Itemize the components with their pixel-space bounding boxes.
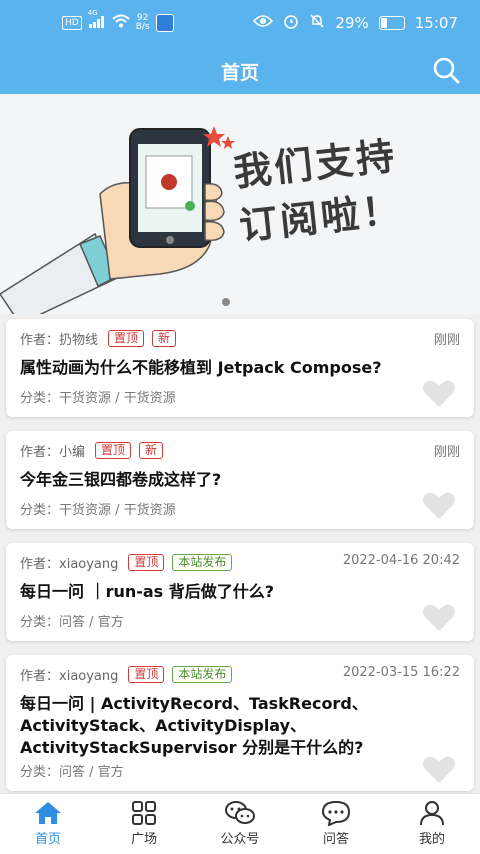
tag-pinned: 置顶 <box>128 666 165 683</box>
author: 作者：xiaoyang <box>20 553 118 572</box>
author: 作者：xiaoyang <box>20 665 118 684</box>
article-title[interactable]: 每日一问 ｜run-as 背后做了什么? <box>20 581 460 603</box>
nav-label: 广场 <box>130 832 157 847</box>
nav-home[interactable]: 首页 <box>12 800 84 847</box>
tag-new: 新 <box>152 330 177 347</box>
eye-icon <box>253 14 274 32</box>
article-category[interactable]: 分类：问答 / 官方 <box>20 611 124 630</box>
heart-icon[interactable] <box>422 491 456 521</box>
article-category[interactable]: 分类：干货资源 / 干货资源 <box>20 499 176 518</box>
author-label: 作者： <box>20 445 60 460</box>
home-icon <box>35 802 61 824</box>
author-name: 小编 <box>59 445 86 460</box>
net-speed-unit: B/s <box>135 22 150 32</box>
bottom-nav: 首页 广场 公众号 问答 我的 <box>0 793 480 854</box>
publish-date: 2022-04-16 20:42 <box>342 553 460 568</box>
alarm-icon <box>283 13 299 33</box>
app-notification-icon <box>155 14 174 32</box>
search-icon <box>433 57 460 84</box>
author: 作者：小编 <box>20 441 85 460</box>
net-speed: 92 B/s <box>136 14 150 32</box>
signal-label: 4G <box>87 8 98 17</box>
tag-pinned: 置顶 <box>128 554 165 571</box>
page-title: 首页 <box>220 62 259 84</box>
author-name: xiaoyang <box>59 669 119 684</box>
publish-date: 刚刚 <box>433 445 460 460</box>
article-card[interactable]: 作者：xiaoyang 置顶 本站发布 2022-03-15 16:22 每日一… <box>6 655 474 791</box>
status-right: 29% 15:07 <box>253 13 458 33</box>
publish-date: 2022-03-15 16:22 <box>342 665 460 680</box>
article-title[interactable]: 今年金三银四都卷成这样了? <box>20 469 460 491</box>
nav-square[interactable]: 广场 <box>108 800 180 847</box>
article-category[interactable]: 分类：干货资源 / 干货资源 <box>20 387 176 406</box>
author-name: 扔物线 <box>59 333 99 348</box>
article-category[interactable]: 分类：问答 / 官方 <box>20 761 124 780</box>
banner-carousel[interactable]: 我们支持 订阅啦！ <box>0 94 480 314</box>
article-card[interactable]: 作者：扔物线 置顶 新 刚刚 属性动画为什么不能移植到 Jetpack Comp… <box>6 319 474 417</box>
nav-label: 公众号 <box>220 832 260 847</box>
banner-headline: 我们支持 订阅啦！ <box>231 123 461 253</box>
tag-site-post: 本站发布 <box>172 666 233 683</box>
author-label: 作者： <box>20 333 60 348</box>
status-bar: HD 4G 92 B/s 29% 15:07 <box>0 0 480 46</box>
nav-mine[interactable]: 我的 <box>396 800 468 847</box>
article-title[interactable]: 属性动画为什么不能移植到 Jetpack Compose? <box>20 357 460 379</box>
tag-new: 新 <box>139 442 164 459</box>
carousel-indicator <box>222 298 230 306</box>
nav-label: 问答 <box>322 832 349 847</box>
article-card[interactable]: 作者：小编 置顶 新 刚刚 今年金三银四都卷成这样了? 分类：干货资源 / 干货… <box>6 431 474 529</box>
tag-pinned: 置顶 <box>108 330 145 347</box>
battery-percent: 29% <box>335 14 369 32</box>
author-name: xiaoyang <box>59 557 119 572</box>
article-meta: 作者：xiaoyang 置顶 本站发布 <box>20 665 240 684</box>
publish-date: 刚刚 <box>433 333 460 348</box>
search-button[interactable] <box>430 54 462 86</box>
mute-icon <box>309 13 325 33</box>
tag-pinned: 置顶 <box>95 442 132 459</box>
tag-site-post: 本站发布 <box>172 554 233 571</box>
signal-icon: 4G <box>88 9 106 31</box>
network-type: HD <box>62 16 82 30</box>
user-icon <box>420 801 444 826</box>
clock: 15:07 <box>414 14 458 32</box>
heart-icon[interactable] <box>422 755 456 785</box>
article-meta: 作者：扔物线 置顶 新 <box>20 329 184 348</box>
heart-icon[interactable] <box>422 603 456 633</box>
status-left: HD 4G 92 B/s <box>62 9 174 32</box>
nav-official-accounts[interactable]: 公众号 <box>204 800 276 847</box>
author: 作者：扔物线 <box>20 329 98 348</box>
author-label: 作者： <box>20 557 60 572</box>
nav-label: 首页 <box>34 832 61 847</box>
author-label: 作者： <box>20 669 60 684</box>
article-meta: 作者：xiaoyang 置顶 本站发布 <box>20 553 240 572</box>
nav-qa[interactable]: 问答 <box>300 800 372 847</box>
battery-icon <box>378 16 405 30</box>
chat-bubble-icon <box>321 800 351 826</box>
article-meta: 作者：小编 置顶 新 <box>20 441 171 460</box>
article-card[interactable]: 作者：xiaoyang 置顶 本站发布 2022-04-16 20:42 每日一… <box>6 543 474 641</box>
phone-hand-illustration <box>0 126 235 314</box>
wechat-icon <box>225 801 255 824</box>
nav-label: 我的 <box>418 832 445 847</box>
app-bar: 首页 <box>0 46 480 94</box>
grid-icon <box>132 801 156 825</box>
wifi-icon <box>112 14 130 32</box>
heart-icon[interactable] <box>422 379 456 409</box>
article-title[interactable]: 每日一问 | ActivityRecord、TaskRecord、Activit… <box>20 693 460 759</box>
